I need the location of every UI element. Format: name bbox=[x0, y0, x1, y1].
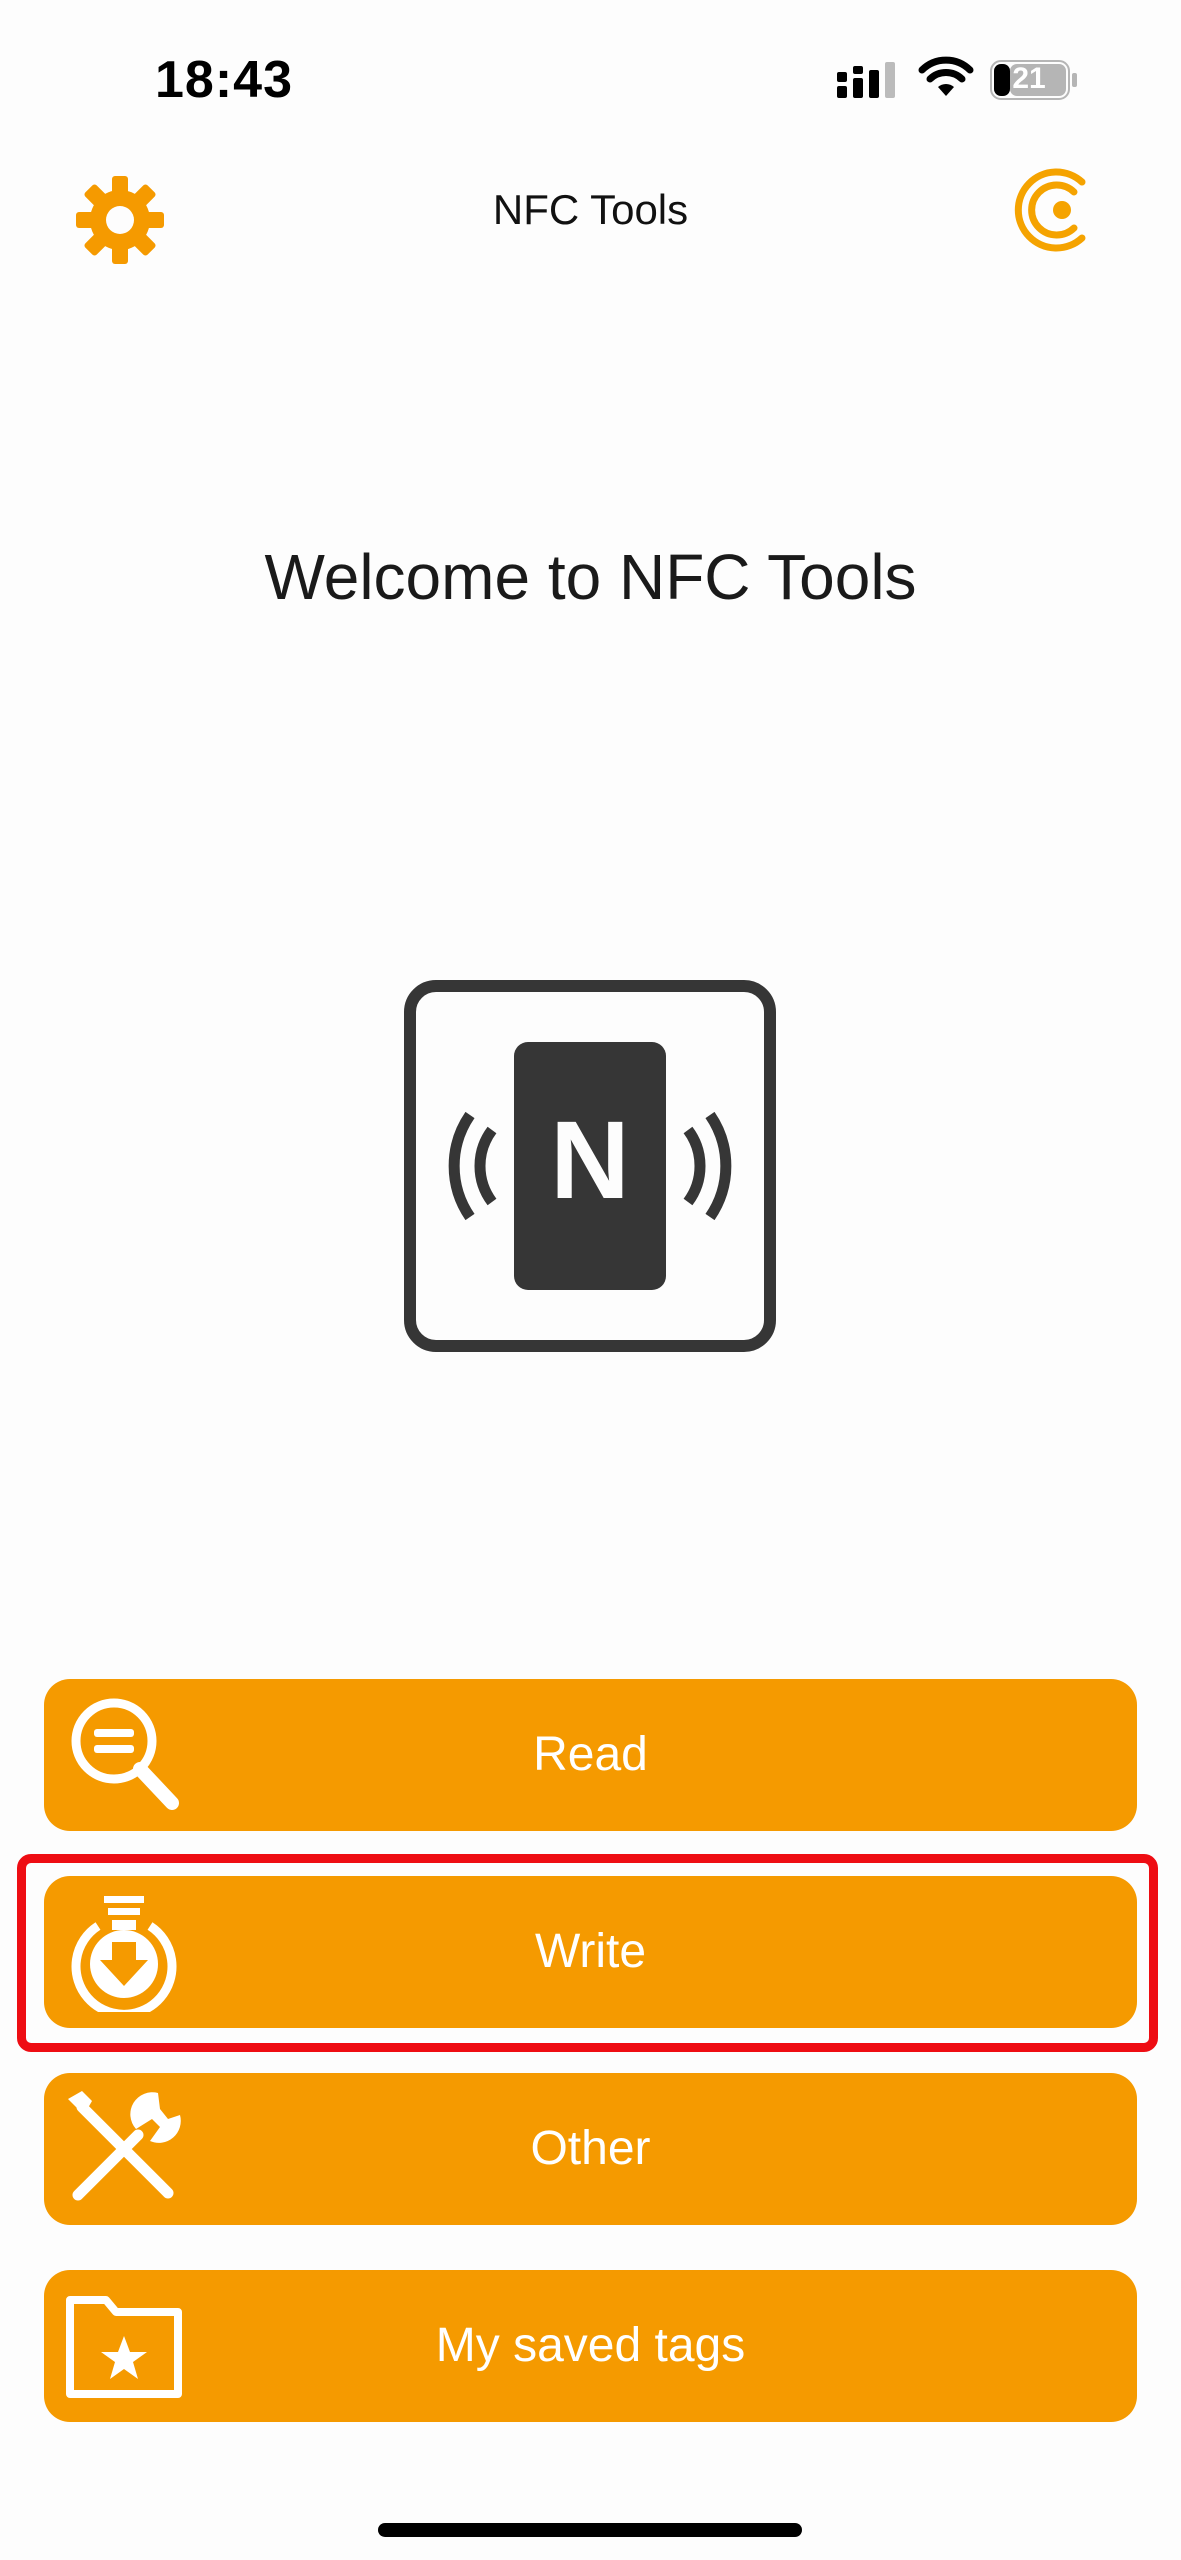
saved-tags-button-label: My saved tags bbox=[435, 2319, 746, 2372]
saved-tags-button[interactable]: My saved tags bbox=[44, 2270, 1137, 2422]
wifi-icon bbox=[918, 56, 974, 96]
read-button-label: Read bbox=[533, 1728, 648, 1781]
status-time: 18:43 bbox=[155, 51, 293, 109]
pro-c-logo-icon[interactable] bbox=[1010, 162, 1096, 258]
cellular-signal-icon bbox=[837, 62, 895, 98]
nav-title: NFC Tools bbox=[492, 186, 689, 233]
nfc-logo-icon: N bbox=[404, 980, 776, 1352]
write-highlight-frame bbox=[17, 1854, 1158, 2052]
nfc-logo-letter: N bbox=[550, 1099, 629, 1222]
home-indicator[interactable] bbox=[378, 2523, 802, 2537]
read-button[interactable]: Read bbox=[44, 1679, 1137, 1831]
welcome-heading: Welcome to NFC Tools bbox=[264, 541, 917, 613]
status-bar: 18:43 21 bbox=[0, 0, 1181, 150]
navigation-bar: NFC Tools bbox=[0, 150, 1181, 270]
battery-level: 21 bbox=[1012, 62, 1046, 95]
other-button[interactable]: Other bbox=[44, 2073, 1137, 2225]
other-button-label: Other bbox=[530, 2122, 651, 2175]
